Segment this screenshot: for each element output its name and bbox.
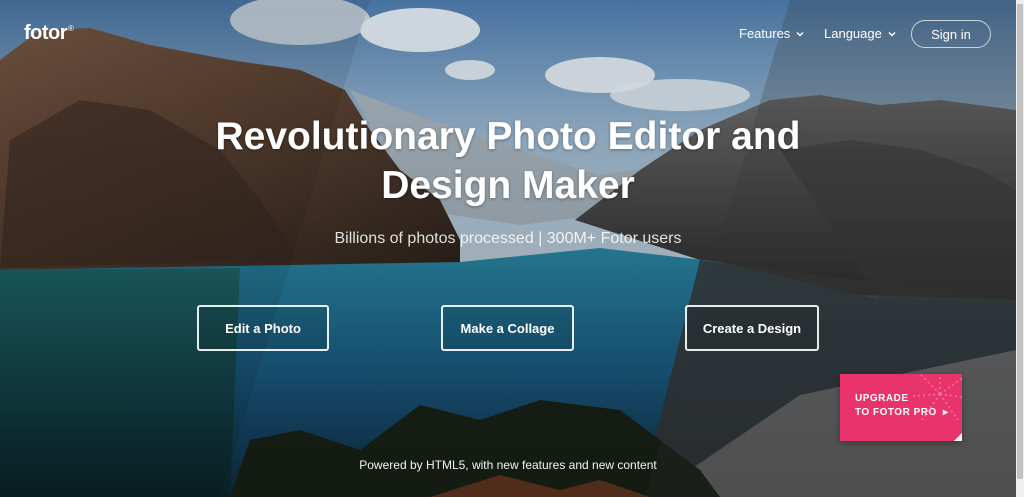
upgrade-pro-banner[interactable]: UPGRADE TO FOTOR PRO ▸ — [840, 374, 962, 441]
powered-by-text: Powered by HTML5, with new features and … — [359, 458, 657, 472]
create-design-label: Create a Design — [702, 320, 802, 336]
firework-icon — [912, 374, 962, 421]
chevron-down-icon — [796, 31, 804, 36]
make-collage-label: Make a Collage — [460, 320, 555, 336]
logo-text: fotor — [24, 22, 68, 44]
sign-in-button[interactable]: Sign in — [911, 20, 991, 48]
language-label: Language — [824, 26, 882, 41]
features-label: Features — [739, 26, 791, 41]
hero-subtitle: Billions of photos processed | 300M+ Fot… — [334, 230, 682, 247]
language-menu[interactable]: Language — [824, 26, 896, 41]
hero-title: Revolutionary Photo Editor and Design Ma… — [0, 112, 1016, 210]
top-navigation: fotor® Features Language Sign in — [0, 0, 1016, 68]
fotor-logo[interactable]: fotor® — [24, 22, 74, 45]
page-curl-corner — [953, 432, 962, 441]
hero-title-line1: Revolutionary Photo Editor and — [215, 115, 801, 158]
sign-in-label: Sign in — [931, 26, 971, 42]
edit-photo-label: Edit a Photo — [225, 320, 301, 336]
features-menu[interactable]: Features — [739, 26, 804, 41]
hero-title-line2: Design Maker — [381, 164, 635, 207]
create-design-button[interactable]: Create a Design — [685, 305, 819, 351]
chevron-down-icon — [888, 31, 896, 36]
registered-mark: ® — [68, 24, 74, 34]
make-collage-button[interactable]: Make a Collage — [441, 305, 574, 351]
scrollbar-thumb[interactable] — [1017, 4, 1023, 479]
edit-photo-button[interactable]: Edit a Photo — [197, 305, 329, 351]
